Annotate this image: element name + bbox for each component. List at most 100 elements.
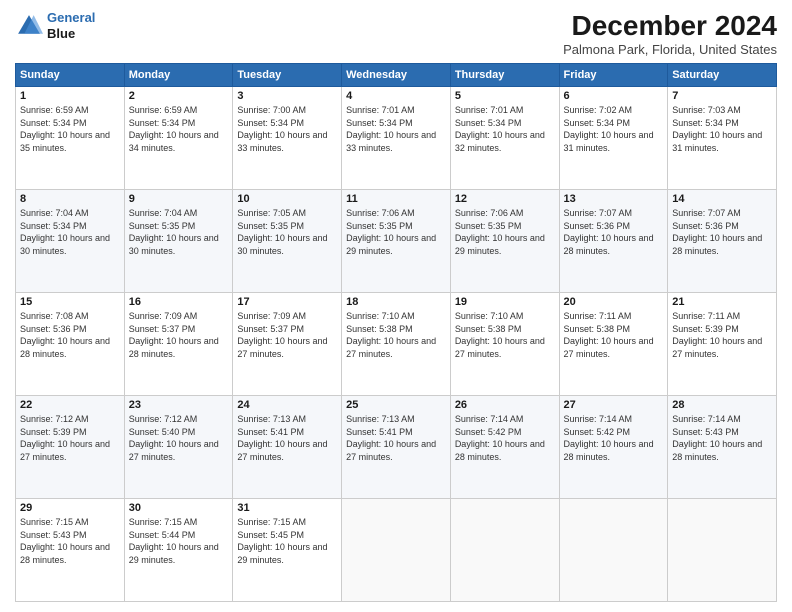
day-info: Sunrise: 7:04 AM Sunset: 5:34 PM Dayligh… <box>20 207 120 257</box>
day-number: 3 <box>237 90 337 102</box>
calendar-cell: 7 Sunrise: 7:03 AM Sunset: 5:34 PM Dayli… <box>668 87 777 190</box>
day-info: Sunrise: 7:03 AM Sunset: 5:34 PM Dayligh… <box>672 104 772 154</box>
weekday-header: Friday <box>559 64 668 87</box>
subtitle: Palmona Park, Florida, United States <box>563 42 777 57</box>
day-number: 10 <box>237 193 337 205</box>
day-number: 4 <box>346 90 446 102</box>
calendar-cell: 2 Sunrise: 6:59 AM Sunset: 5:34 PM Dayli… <box>124 87 233 190</box>
calendar-table: SundayMondayTuesdayWednesdayThursdayFrid… <box>15 63 777 602</box>
day-info: Sunrise: 7:04 AM Sunset: 5:35 PM Dayligh… <box>129 207 229 257</box>
calendar-cell: 14 Sunrise: 7:07 AM Sunset: 5:36 PM Dayl… <box>668 190 777 293</box>
calendar-cell: 26 Sunrise: 7:14 AM Sunset: 5:42 PM Dayl… <box>450 396 559 499</box>
calendar-cell: 5 Sunrise: 7:01 AM Sunset: 5:34 PM Dayli… <box>450 87 559 190</box>
day-info: Sunrise: 7:07 AM Sunset: 5:36 PM Dayligh… <box>672 207 772 257</box>
day-number: 2 <box>129 90 229 102</box>
day-number: 14 <box>672 193 772 205</box>
day-number: 24 <box>237 399 337 411</box>
day-info: Sunrise: 7:13 AM Sunset: 5:41 PM Dayligh… <box>237 413 337 463</box>
day-info: Sunrise: 7:01 AM Sunset: 5:34 PM Dayligh… <box>346 104 446 154</box>
day-number: 12 <box>455 193 555 205</box>
day-info: Sunrise: 7:15 AM Sunset: 5:44 PM Dayligh… <box>129 516 229 566</box>
calendar-cell: 15 Sunrise: 7:08 AM Sunset: 5:36 PM Dayl… <box>16 293 125 396</box>
day-number: 6 <box>564 90 664 102</box>
day-info: Sunrise: 7:06 AM Sunset: 5:35 PM Dayligh… <box>455 207 555 257</box>
calendar-cell <box>450 499 559 602</box>
calendar-week-row: 22 Sunrise: 7:12 AM Sunset: 5:39 PM Dayl… <box>16 396 777 499</box>
calendar-cell: 20 Sunrise: 7:11 AM Sunset: 5:38 PM Dayl… <box>559 293 668 396</box>
weekday-header: Wednesday <box>342 64 451 87</box>
calendar-cell <box>342 499 451 602</box>
calendar-cell: 30 Sunrise: 7:15 AM Sunset: 5:44 PM Dayl… <box>124 499 233 602</box>
day-info: Sunrise: 7:00 AM Sunset: 5:34 PM Dayligh… <box>237 104 337 154</box>
day-number: 15 <box>20 296 120 308</box>
day-info: Sunrise: 6:59 AM Sunset: 5:34 PM Dayligh… <box>129 104 229 154</box>
day-info: Sunrise: 7:02 AM Sunset: 5:34 PM Dayligh… <box>564 104 664 154</box>
calendar-week-row: 1 Sunrise: 6:59 AM Sunset: 5:34 PM Dayli… <box>16 87 777 190</box>
calendar-cell: 4 Sunrise: 7:01 AM Sunset: 5:34 PM Dayli… <box>342 87 451 190</box>
day-info: Sunrise: 7:15 AM Sunset: 5:45 PM Dayligh… <box>237 516 337 566</box>
calendar-cell: 16 Sunrise: 7:09 AM Sunset: 5:37 PM Dayl… <box>124 293 233 396</box>
day-number: 28 <box>672 399 772 411</box>
day-info: Sunrise: 7:14 AM Sunset: 5:42 PM Dayligh… <box>455 413 555 463</box>
logo-text: General Blue <box>47 10 95 41</box>
calendar-cell: 9 Sunrise: 7:04 AM Sunset: 5:35 PM Dayli… <box>124 190 233 293</box>
day-info: Sunrise: 7:09 AM Sunset: 5:37 PM Dayligh… <box>129 310 229 360</box>
calendar-week-row: 29 Sunrise: 7:15 AM Sunset: 5:43 PM Dayl… <box>16 499 777 602</box>
weekday-header: Thursday <box>450 64 559 87</box>
day-info: Sunrise: 6:59 AM Sunset: 5:34 PM Dayligh… <box>20 104 120 154</box>
calendar-cell: 19 Sunrise: 7:10 AM Sunset: 5:38 PM Dayl… <box>450 293 559 396</box>
day-info: Sunrise: 7:09 AM Sunset: 5:37 PM Dayligh… <box>237 310 337 360</box>
day-info: Sunrise: 7:01 AM Sunset: 5:34 PM Dayligh… <box>455 104 555 154</box>
day-number: 17 <box>237 296 337 308</box>
calendar-cell: 6 Sunrise: 7:02 AM Sunset: 5:34 PM Dayli… <box>559 87 668 190</box>
main-title: December 2024 <box>563 10 777 42</box>
day-number: 21 <box>672 296 772 308</box>
calendar-cell: 25 Sunrise: 7:13 AM Sunset: 5:41 PM Dayl… <box>342 396 451 499</box>
weekday-header: Tuesday <box>233 64 342 87</box>
day-info: Sunrise: 7:13 AM Sunset: 5:41 PM Dayligh… <box>346 413 446 463</box>
day-info: Sunrise: 7:05 AM Sunset: 5:35 PM Dayligh… <box>237 207 337 257</box>
day-number: 25 <box>346 399 446 411</box>
day-info: Sunrise: 7:10 AM Sunset: 5:38 PM Dayligh… <box>346 310 446 360</box>
day-number: 16 <box>129 296 229 308</box>
day-number: 7 <box>672 90 772 102</box>
calendar-cell: 17 Sunrise: 7:09 AM Sunset: 5:37 PM Dayl… <box>233 293 342 396</box>
day-number: 22 <box>20 399 120 411</box>
day-number: 5 <box>455 90 555 102</box>
calendar-cell: 21 Sunrise: 7:11 AM Sunset: 5:39 PM Dayl… <box>668 293 777 396</box>
day-info: Sunrise: 7:07 AM Sunset: 5:36 PM Dayligh… <box>564 207 664 257</box>
day-number: 23 <box>129 399 229 411</box>
calendar-cell: 23 Sunrise: 7:12 AM Sunset: 5:40 PM Dayl… <box>124 396 233 499</box>
calendar-header-row: SundayMondayTuesdayWednesdayThursdayFrid… <box>16 64 777 87</box>
day-info: Sunrise: 7:12 AM Sunset: 5:40 PM Dayligh… <box>129 413 229 463</box>
day-number: 18 <box>346 296 446 308</box>
logo-line2: Blue <box>47 26 95 42</box>
calendar-cell: 31 Sunrise: 7:15 AM Sunset: 5:45 PM Dayl… <box>233 499 342 602</box>
logo-icon <box>15 12 43 40</box>
calendar-cell: 18 Sunrise: 7:10 AM Sunset: 5:38 PM Dayl… <box>342 293 451 396</box>
calendar-cell: 13 Sunrise: 7:07 AM Sunset: 5:36 PM Dayl… <box>559 190 668 293</box>
logo: General Blue <box>15 10 95 41</box>
calendar-week-row: 8 Sunrise: 7:04 AM Sunset: 5:34 PM Dayli… <box>16 190 777 293</box>
day-info: Sunrise: 7:11 AM Sunset: 5:38 PM Dayligh… <box>564 310 664 360</box>
day-info: Sunrise: 7:14 AM Sunset: 5:43 PM Dayligh… <box>672 413 772 463</box>
day-info: Sunrise: 7:08 AM Sunset: 5:36 PM Dayligh… <box>20 310 120 360</box>
calendar-cell: 12 Sunrise: 7:06 AM Sunset: 5:35 PM Dayl… <box>450 190 559 293</box>
day-number: 31 <box>237 502 337 514</box>
calendar-cell: 22 Sunrise: 7:12 AM Sunset: 5:39 PM Dayl… <box>16 396 125 499</box>
day-number: 1 <box>20 90 120 102</box>
logo-line1: General <box>47 10 95 25</box>
calendar-cell: 8 Sunrise: 7:04 AM Sunset: 5:34 PM Dayli… <box>16 190 125 293</box>
calendar-week-row: 15 Sunrise: 7:08 AM Sunset: 5:36 PM Dayl… <box>16 293 777 396</box>
day-info: Sunrise: 7:06 AM Sunset: 5:35 PM Dayligh… <box>346 207 446 257</box>
day-number: 8 <box>20 193 120 205</box>
day-number: 13 <box>564 193 664 205</box>
page: General Blue December 2024 Palmona Park,… <box>0 0 792 612</box>
day-number: 9 <box>129 193 229 205</box>
calendar-cell: 11 Sunrise: 7:06 AM Sunset: 5:35 PM Dayl… <box>342 190 451 293</box>
calendar-cell <box>559 499 668 602</box>
weekday-header: Sunday <box>16 64 125 87</box>
day-info: Sunrise: 7:11 AM Sunset: 5:39 PM Dayligh… <box>672 310 772 360</box>
calendar-cell: 28 Sunrise: 7:14 AM Sunset: 5:43 PM Dayl… <box>668 396 777 499</box>
calendar-cell: 10 Sunrise: 7:05 AM Sunset: 5:35 PM Dayl… <box>233 190 342 293</box>
